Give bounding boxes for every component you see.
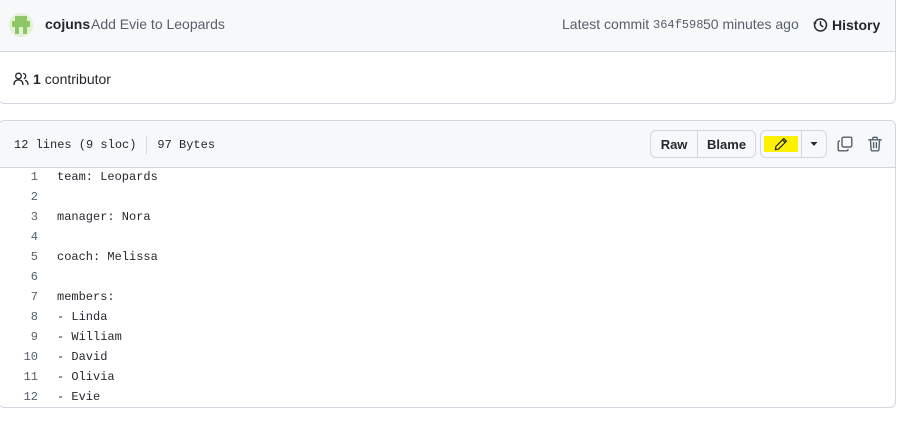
code-line: 5 coach: Melissa	[0, 247, 895, 267]
file-lines-info: 12 lines (9 sloc)	[14, 138, 137, 152]
commit-message-link[interactable]: Add Evie to Leopards	[91, 16, 225, 32]
edit-highlight	[763, 136, 798, 152]
line-number[interactable]: 12	[0, 390, 38, 404]
code-line: 11 - Olivia	[0, 367, 895, 387]
line-content: manager: Nora	[57, 210, 151, 224]
code-line: 6	[0, 267, 895, 287]
code-line: 8 - Linda	[0, 307, 895, 327]
copy-raw-button[interactable]	[835, 134, 855, 154]
edit-file-button[interactable]	[761, 131, 802, 157]
contributors-label: contributor	[44, 71, 111, 87]
file-info-divider	[146, 136, 148, 154]
commit-box: cojuns Add Evie to Leopards Latest commi…	[0, 0, 896, 104]
line-number[interactable]: 10	[0, 350, 38, 364]
line-content: - Linda	[57, 310, 108, 324]
raw-button[interactable]: Raw	[651, 131, 699, 157]
code-line: 1 team: Leopards	[0, 167, 895, 187]
latest-commit-bar: cojuns Add Evie to Leopards Latest commi…	[0, 0, 895, 52]
line-content: - William	[57, 330, 122, 344]
code-line: 9 - William	[0, 327, 895, 347]
file-box: 12 lines (9 sloc) 97 Bytes Raw Blame 1 t…	[0, 120, 896, 408]
line-number[interactable]: 6	[0, 270, 38, 284]
code-line: 2	[0, 187, 895, 207]
line-number[interactable]: 5	[0, 250, 38, 264]
commit-time: 50 minutes ago	[703, 16, 799, 32]
code-view: 1 team: Leopards 2 3 manager: Nora 4 5 coach: M…	[0, 167, 895, 407]
file-size: 97 Bytes	[157, 138, 216, 152]
file-header: 12 lines (9 sloc) 97 Bytes Raw Blame	[0, 121, 895, 168]
latest-commit-label: Latest commit	[562, 16, 650, 32]
code-line: 4	[0, 227, 895, 247]
contributors-link[interactable]: 1 contributor	[13, 71, 111, 87]
code-line: 12 - Evie	[0, 387, 895, 407]
code-line: 10 - David	[0, 347, 895, 367]
line-number[interactable]: 3	[0, 210, 38, 224]
line-number[interactable]: 4	[0, 230, 38, 244]
line-number[interactable]: 7	[0, 290, 38, 304]
triangle-down-icon	[810, 142, 818, 146]
line-content: team: Leopards	[57, 170, 158, 184]
delete-file-button[interactable]	[865, 134, 885, 154]
edit-button-group	[760, 130, 827, 158]
trash-icon	[868, 136, 882, 152]
code-line: 3 manager: Nora	[0, 207, 895, 227]
copy-icon	[837, 136, 853, 152]
raw-blame-group: Raw Blame	[650, 130, 756, 158]
line-number[interactable]: 9	[0, 330, 38, 344]
commit-author-link[interactable]: cojuns	[45, 16, 90, 32]
line-number[interactable]: 2	[0, 190, 38, 204]
history-link[interactable]: History	[812, 13, 880, 37]
edit-dropdown-button[interactable]	[802, 131, 826, 157]
code-line: 7 members:	[0, 287, 895, 307]
history-icon	[813, 18, 828, 32]
blame-button[interactable]: Blame	[698, 131, 755, 157]
file-info: 12 lines (9 sloc) 97 Bytes	[14, 136, 215, 154]
line-content: - David	[57, 350, 108, 364]
line-content: - Evie	[57, 390, 101, 404]
commit-sha-link[interactable]: 364f598	[653, 18, 703, 32]
contributors-count: 1	[33, 71, 41, 87]
line-number[interactable]: 11	[0, 370, 38, 384]
line-content: members:	[57, 290, 115, 304]
line-number[interactable]: 8	[0, 310, 38, 324]
line-content: - Olivia	[57, 370, 115, 384]
line-number[interactable]: 1	[0, 170, 38, 184]
people-icon	[13, 72, 29, 86]
line-content: coach: Melissa	[57, 250, 158, 264]
pencil-icon	[774, 137, 787, 151]
history-label: History	[832, 17, 881, 33]
avatar[interactable]	[9, 13, 33, 37]
